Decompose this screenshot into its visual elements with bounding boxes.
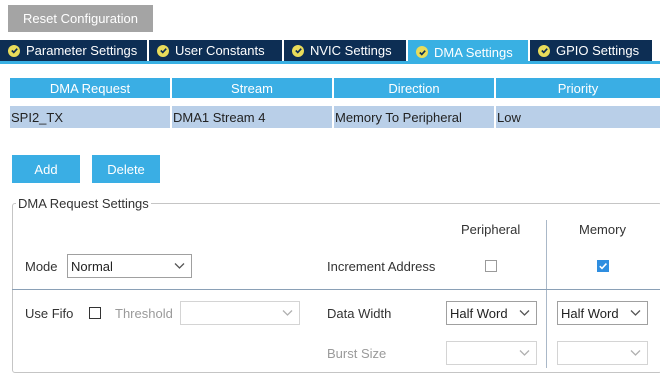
mode-select[interactable]: Normal [67, 254, 192, 278]
chevron-down-icon [174, 263, 185, 269]
tab-label: User Constants [175, 43, 265, 58]
peripheral-burst-size-select[interactable] [446, 341, 537, 365]
row-divider [12, 289, 660, 290]
table-cell-priority[interactable]: Low [496, 106, 660, 128]
add-button[interactable]: Add [12, 155, 80, 183]
check-circle-icon [292, 44, 304, 57]
peripheral-data-width-value: Half Word [450, 305, 508, 321]
memory-data-width-value: Half Word [561, 305, 619, 321]
column-header-priority: Priority [496, 78, 660, 98]
memory-header: Memory [579, 222, 626, 237]
column-header-direction: Direction [334, 78, 494, 98]
burst-size-label: Burst Size [327, 346, 387, 361]
peripheral-data-width-select[interactable]: Half Word [446, 301, 537, 325]
data-width-label: Data Width [327, 306, 392, 321]
chevron-down-icon [519, 350, 530, 356]
tab-gpio-settings[interactable]: GPIO Settings [530, 40, 652, 61]
chevron-down-icon [630, 350, 641, 356]
chevron-down-icon [282, 310, 293, 316]
table-cell-direction[interactable]: Memory To Peripheral [334, 106, 494, 128]
tab-label: DMA Settings [434, 44, 513, 60]
mode-label: Mode [25, 259, 58, 274]
check-circle-icon [538, 44, 550, 57]
chevron-down-icon [630, 310, 641, 316]
delete-button[interactable]: Delete [92, 155, 160, 183]
threshold-select[interactable] [180, 301, 300, 325]
mode-value: Normal [71, 258, 113, 274]
memory-burst-size-select[interactable] [557, 341, 648, 365]
peripheral-increment-checkbox[interactable] [485, 260, 497, 272]
tab-nvic-settings[interactable]: NVIC Settings [284, 40, 406, 61]
memory-increment-checkbox[interactable] [597, 260, 609, 272]
tab-label: GPIO Settings [556, 43, 640, 58]
tab-label: Parameter Settings [26, 43, 138, 58]
peripheral-header: Peripheral [461, 222, 521, 237]
chevron-down-icon [519, 310, 530, 316]
tab-underline [0, 61, 660, 64]
check-circle-icon [8, 44, 20, 57]
threshold-label: Threshold [115, 306, 173, 321]
checkmark-icon [599, 263, 607, 270]
group-title: DMA Request Settings [16, 196, 151, 211]
column-header-stream: Stream [172, 78, 332, 98]
memory-data-width-select[interactable]: Half Word [557, 301, 648, 325]
tab-label: NVIC Settings [310, 43, 392, 58]
check-circle-icon [157, 44, 169, 57]
table-cell-stream[interactable]: DMA1 Stream 4 [172, 106, 332, 128]
column-divider [546, 220, 547, 368]
column-header-dma-request: DMA Request [10, 78, 170, 98]
increment-address-label: Increment Address [327, 259, 436, 274]
use-fifo-label: Use Fifo [25, 306, 74, 321]
reset-configuration-button[interactable]: Reset Configuration [8, 5, 153, 32]
tab-parameter-settings[interactable]: Parameter Settings [0, 40, 147, 61]
check-circle-icon [416, 46, 428, 58]
use-fifo-checkbox[interactable] [89, 307, 101, 319]
tab-user-constants[interactable]: User Constants [149, 40, 282, 61]
table-cell-request[interactable]: SPI2_TX [10, 106, 170, 128]
